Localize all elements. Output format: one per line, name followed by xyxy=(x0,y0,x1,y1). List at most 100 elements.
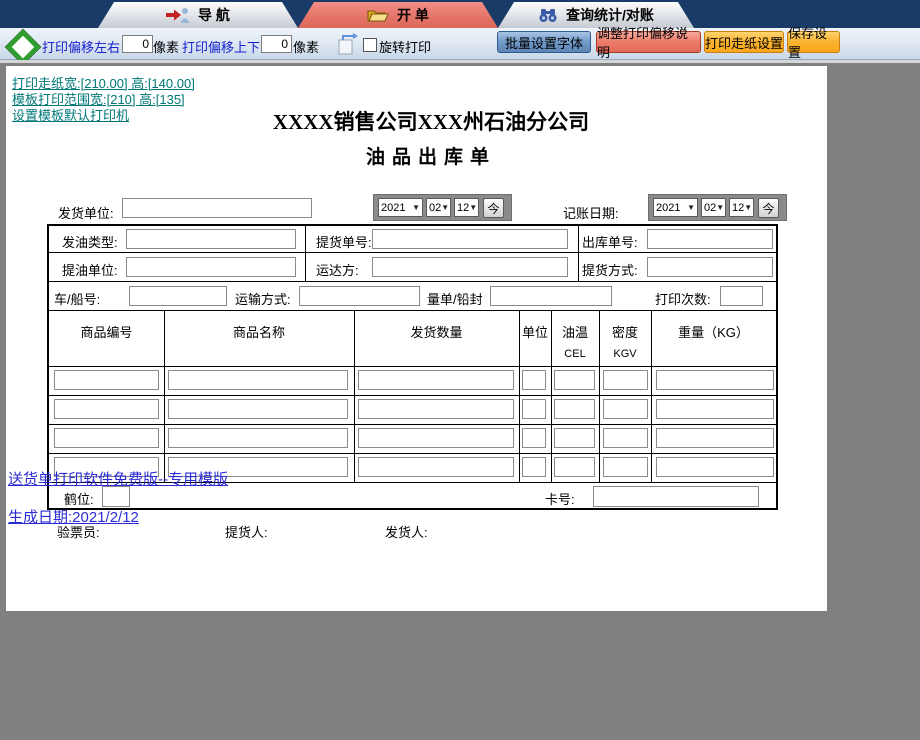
form-title: 油品出库单 xyxy=(365,147,496,168)
item-density-input[interactable] xyxy=(603,399,648,419)
paper-feed-button[interactable]: 打印走纸设置 xyxy=(704,31,784,53)
seal-label: 量单/铅封 xyxy=(427,292,483,307)
seal-input[interactable] xyxy=(490,286,612,306)
today-button[interactable]: 今 xyxy=(483,198,504,218)
oil-unit-input[interactable] xyxy=(126,257,296,277)
template-page: 打印走纸宽:[210.00] 高:[140.00] 模板打印范围宽:[210] … xyxy=(6,66,827,611)
vehicle-label: 车/船号: xyxy=(54,292,101,307)
item-unit-input[interactable] xyxy=(522,370,546,390)
chevron-down-icon: ▼ xyxy=(469,203,478,212)
col-header-oil-temp: 油温 xyxy=(561,325,588,340)
item-weight-input[interactable] xyxy=(656,399,774,419)
tab-label: 查询统计/对账 xyxy=(566,7,654,23)
workspace: 打印走纸宽:[210.00] 高:[140.00] 模板打印范围宽:[210] … xyxy=(0,60,920,740)
offset-lr-input[interactable]: 0 xyxy=(122,35,153,53)
chevron-down-icon: ▼ xyxy=(716,203,725,212)
table-line xyxy=(49,310,776,311)
rotate-print-checkbox[interactable] xyxy=(363,38,377,52)
col-header-product-code: 商品编号 xyxy=(80,325,133,340)
open-folder-icon xyxy=(367,7,389,23)
table-line xyxy=(578,226,579,281)
item-qty-input[interactable] xyxy=(358,428,514,448)
tab-navigation[interactable]: 导 航 xyxy=(98,2,298,28)
item-unit-input[interactable] xyxy=(522,399,546,419)
chevron-down-icon: ▼ xyxy=(441,203,450,212)
item-oiltemp-input[interactable] xyxy=(554,428,595,448)
batch-font-button[interactable]: 批量设置字体 xyxy=(497,31,591,53)
item-qty-input[interactable] xyxy=(358,399,514,419)
item-weight-input[interactable] xyxy=(656,428,774,448)
item-oiltemp-input[interactable] xyxy=(554,457,595,477)
month-select[interactable]: 02 ▼ xyxy=(701,198,726,217)
col-header-unit: 单位 xyxy=(521,325,548,340)
date-picker-2: 2021 ▼ 02 ▼ 12 ▼ 今 xyxy=(648,194,787,221)
diamond-icon xyxy=(6,30,40,64)
pickup-mode-input[interactable] xyxy=(647,257,773,277)
top-tab-bar: 导 航 开 单 查询统计/对账 xyxy=(0,0,920,28)
company-title: XXXX销售公司XXX州石油分公司 xyxy=(272,110,590,134)
year-select[interactable]: 2021 ▼ xyxy=(653,198,698,217)
item-qty-input[interactable] xyxy=(358,457,514,477)
vehicle-input[interactable] xyxy=(129,286,227,306)
item-weight-input[interactable] xyxy=(656,370,774,390)
col-header-product-name: 商品名称 xyxy=(232,325,285,340)
year-select[interactable]: 2021 ▼ xyxy=(378,198,423,217)
item-unit-input[interactable] xyxy=(522,428,546,448)
record-date-label: 记账日期: xyxy=(563,206,619,221)
tab-billing[interactable]: 开 单 xyxy=(298,2,498,28)
tab-label: 导 航 xyxy=(198,7,230,23)
col-header-oil-temp-unit: CEL xyxy=(564,348,586,360)
transport-input[interactable] xyxy=(299,286,420,306)
item-qty-input[interactable] xyxy=(358,370,514,390)
software-watermark-link[interactable]: 送货单打印软件免费版--专用模版 xyxy=(8,468,228,489)
item-weight-input[interactable] xyxy=(656,457,774,477)
generated-date-link[interactable]: 生成日期:2021/2/12 xyxy=(8,506,139,527)
item-code-input[interactable] xyxy=(54,428,159,448)
oil-type-label: 发油类型: xyxy=(62,235,118,250)
table-line xyxy=(305,226,306,281)
navigate-person-icon xyxy=(166,7,190,23)
outbound-no-label: 出库单号: xyxy=(582,235,638,250)
item-oiltemp-input[interactable] xyxy=(554,370,595,390)
col-header-quantity: 发货数量 xyxy=(410,325,463,340)
oil-type-input[interactable] xyxy=(126,229,296,249)
item-density-input[interactable] xyxy=(603,370,648,390)
ship-unit-input[interactable] xyxy=(122,198,312,218)
item-name-input[interactable] xyxy=(168,428,348,448)
oil-unit-label: 提油单位: xyxy=(62,263,118,278)
chevron-down-icon: ▼ xyxy=(687,203,695,212)
rotate-print-icon xyxy=(336,32,360,56)
item-code-input[interactable] xyxy=(54,370,159,390)
pickup-mode-label: 提货方式: xyxy=(582,263,638,278)
item-unit-input[interactable] xyxy=(522,457,546,477)
item-name-input[interactable] xyxy=(168,370,348,390)
offset-tb-input[interactable]: 0 xyxy=(261,35,292,53)
col-header-density-unit: KGV xyxy=(613,348,637,360)
adjust-offset-help-button[interactable]: 调整打印偏移说明 xyxy=(596,26,701,60)
chevron-down-icon: ▼ xyxy=(744,203,753,212)
save-settings-button[interactable]: 保存设置 xyxy=(787,26,840,60)
destination-input[interactable] xyxy=(372,257,568,277)
date-picker-1: 2021 ▼ 02 ▼ 12 ▼ 今 xyxy=(373,194,512,221)
day-select[interactable]: 12 ▼ xyxy=(454,198,479,217)
month-select[interactable]: 02 ▼ xyxy=(426,198,451,217)
item-name-input[interactable] xyxy=(168,399,348,419)
print-toolbar: 打印偏移左右 0 像素 打印偏移上下 0 像素 旋转打印 批量设置字体 调整打印… xyxy=(0,26,920,64)
outbound-no-input[interactable] xyxy=(647,229,773,249)
tab-label: 开 单 xyxy=(397,7,429,23)
pickup-no-label: 提货单号: xyxy=(316,235,372,250)
today-button[interactable]: 今 xyxy=(758,198,779,218)
pickup-no-input[interactable] xyxy=(372,229,568,249)
card-no-input[interactable] xyxy=(593,486,759,507)
rotate-print-label: 旋转打印 xyxy=(379,40,432,55)
item-oiltemp-input[interactable] xyxy=(554,399,595,419)
transport-label: 运输方式: xyxy=(235,292,291,307)
item-row xyxy=(49,424,776,453)
item-code-input[interactable] xyxy=(54,399,159,419)
item-density-input[interactable] xyxy=(603,428,648,448)
crane-position-input[interactable] xyxy=(102,486,130,507)
item-density-input[interactable] xyxy=(603,457,648,477)
app-window: 导 航 开 单 查询统计/对账 打印偏移左右 0 像素 打印偏移上下 0 像素 … xyxy=(0,0,920,740)
print-count-input[interactable] xyxy=(720,286,763,306)
day-select[interactable]: 12 ▼ xyxy=(729,198,754,217)
